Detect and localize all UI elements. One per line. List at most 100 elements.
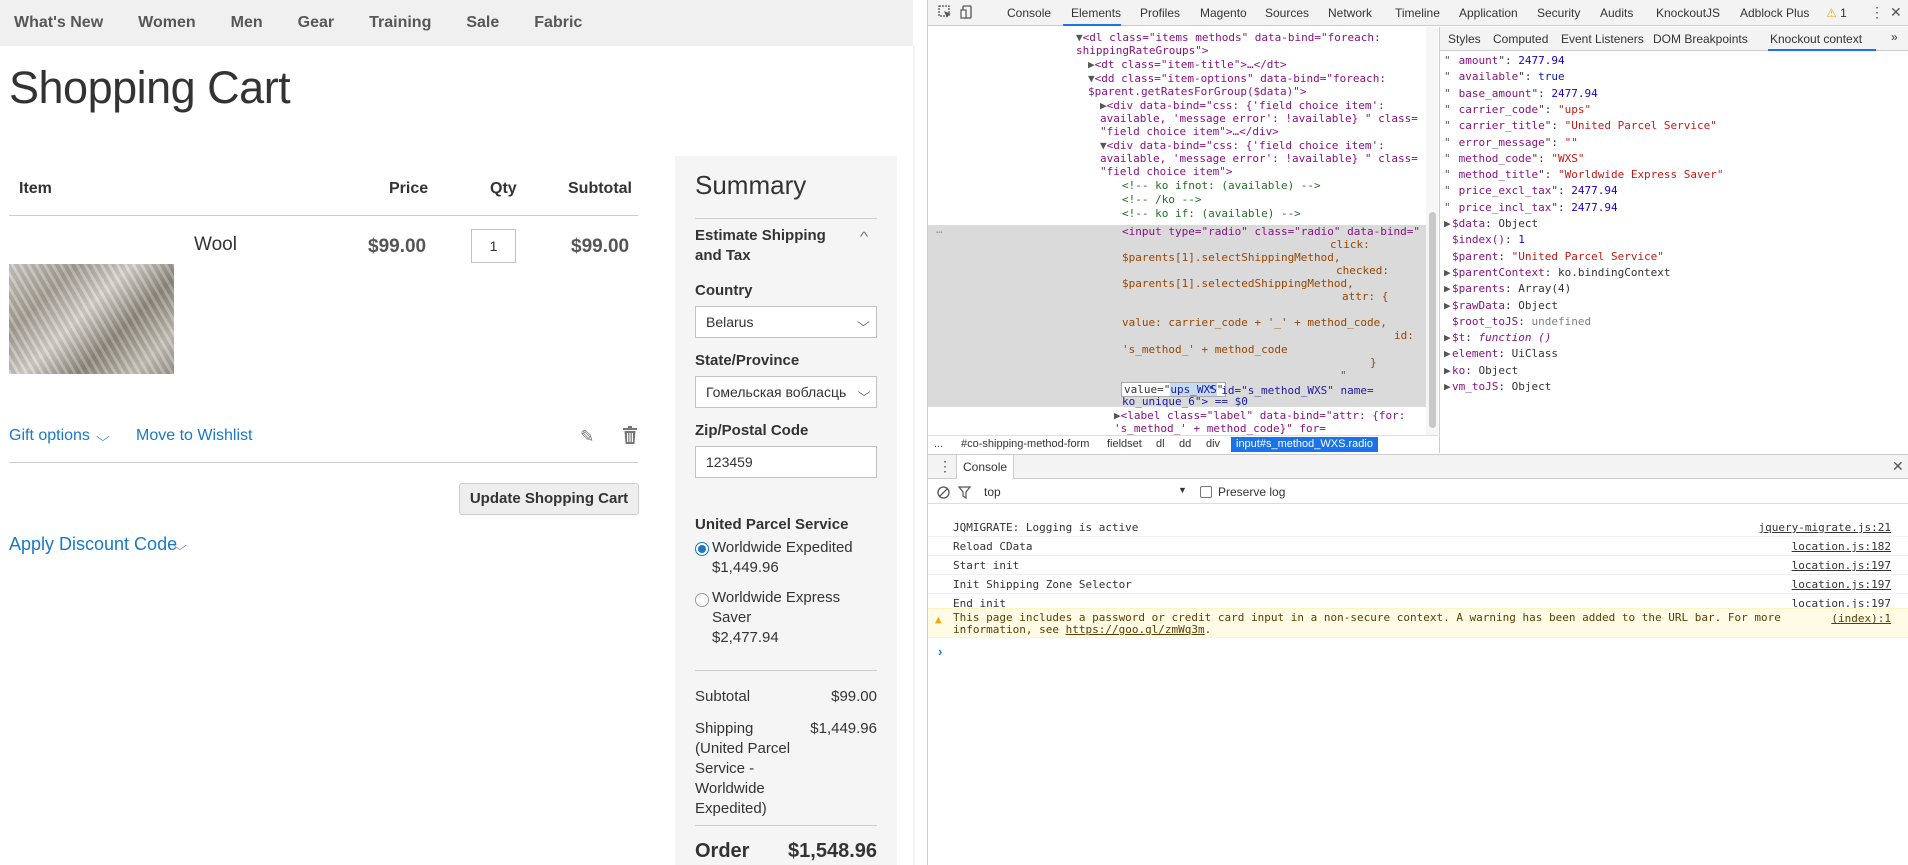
- nav-fabric[interactable]: Fabric: [534, 14, 582, 32]
- tab-dom-breakpoints[interactable]: DOM Breakpoints: [1653, 32, 1748, 46]
- update-cart-button[interactable]: Update Shopping Cart: [459, 483, 639, 515]
- product-name[interactable]: Wool: [194, 234, 237, 256]
- source-link[interactable]: jquery-migrate.js:21: [1759, 521, 1891, 534]
- breadcrumb-item-selected[interactable]: input#s_method_WXS.radio: [1231, 437, 1378, 452]
- expand-triangle-icon[interactable]: ▼: [1088, 72, 1095, 85]
- tab-knockoutjs[interactable]: KnockoutJS: [1656, 6, 1720, 20]
- code-line[interactable]: ▼<dd class="item-options" data-bind="for…: [1088, 72, 1386, 85]
- context-property[interactable]: ▶vm_toJS: Object: [1444, 379, 1551, 395]
- context-property[interactable]: ▶$rawData: Object: [1444, 298, 1558, 314]
- expand-triangle-icon[interactable]: ▶: [1444, 281, 1452, 297]
- tab-console[interactable]: Console: [1007, 6, 1051, 20]
- collapse-triangle-icon[interactable]: ▶: [1114, 409, 1121, 422]
- tab-magento[interactable]: Magento: [1200, 6, 1247, 20]
- code-comment[interactable]: <!-- ko ifnot: (available) -->: [1122, 179, 1321, 192]
- apply-discount-link[interactable]: Apply Discount Code: [9, 534, 177, 555]
- warning-count-badge[interactable]: ⚠ 1: [1826, 6, 1847, 20]
- code-line[interactable]: available, 'message error': !available} …: [1100, 152, 1418, 165]
- page-scrollbar[interactable]: [913, 46, 915, 865]
- nav-gear[interactable]: Gear: [298, 14, 334, 32]
- more-options-icon[interactable]: ⋮: [1870, 4, 1884, 21]
- context-selector[interactable]: top: [984, 485, 1001, 499]
- tab-elements[interactable]: Elements: [1071, 6, 1121, 20]
- console-prompt-icon[interactable]: ›: [938, 644, 942, 659]
- tab-audits[interactable]: Audits: [1600, 6, 1633, 20]
- clear-console-icon[interactable]: [937, 486, 950, 499]
- filter-icon[interactable]: [958, 486, 971, 499]
- zip-input[interactable]: 123459: [695, 446, 877, 478]
- source-link[interactable]: (index):1: [1831, 612, 1891, 625]
- expand-triangle-icon[interactable]: ▶: [1444, 379, 1452, 395]
- code-comment[interactable]: <!-- ko if: (available) -->: [1122, 207, 1301, 220]
- close-icon[interactable]: ✕: [1892, 458, 1904, 475]
- source-link[interactable]: location.js:197: [1792, 578, 1891, 591]
- nav-training[interactable]: Training: [369, 14, 431, 32]
- code-line[interactable]: shippingRateGroups">: [1076, 44, 1208, 57]
- context-property[interactable]: ▶element: UiClass: [1444, 346, 1558, 362]
- code-line[interactable]: 's_method_' + method_code}" for=: [1114, 422, 1326, 435]
- expand-triangle-icon[interactable]: ▶: [1444, 330, 1452, 346]
- nav-whats-new[interactable]: What's New: [14, 14, 103, 32]
- expand-triangle-icon[interactable]: ▶: [1444, 298, 1452, 314]
- tab-security[interactable]: Security: [1537, 6, 1580, 20]
- expand-triangle-icon[interactable]: ▼: [1076, 31, 1083, 44]
- code-line[interactable]: available, 'message error': !available} …: [1100, 112, 1418, 125]
- nav-women[interactable]: Women: [138, 14, 195, 32]
- code-line[interactable]: "field choice item">…</div>: [1100, 125, 1279, 138]
- context-property[interactable]: ▶ko: Object: [1444, 363, 1518, 379]
- context-property[interactable]: ▶$data: Object: [1444, 216, 1538, 232]
- context-property[interactable]: ▶$t: function (): [1444, 330, 1551, 346]
- breadcrumb-item[interactable]: dl: [1156, 438, 1165, 450]
- expand-triangle-icon[interactable]: ▶: [1444, 216, 1452, 232]
- preserve-log-checkbox[interactable]: [1200, 486, 1212, 498]
- breadcrumb-item[interactable]: fieldset: [1107, 438, 1142, 450]
- radio-worldwide-express-saver[interactable]: [695, 593, 709, 607]
- method-worldwide-express-saver[interactable]: Worldwide Express Saver $2,477.94: [712, 588, 882, 648]
- scrollbar-thumb[interactable]: [1429, 212, 1436, 428]
- trash-icon[interactable]: [622, 426, 638, 444]
- code-line[interactable]: $parent.getRatesForGroup($data)">: [1088, 85, 1307, 98]
- tab-profiles[interactable]: Profiles: [1140, 6, 1180, 20]
- dropdown-triangle-icon[interactable]: ▼: [1178, 485, 1187, 495]
- country-select[interactable]: Belarus ⌵: [695, 306, 877, 338]
- device-toolbar-icon[interactable]: [960, 5, 974, 19]
- more-tabs-chevron-icon[interactable]: »: [1891, 30, 1898, 44]
- code-line-selected[interactable]: <input type="radio" class="radio" data-b…: [1122, 225, 1420, 238]
- tab-styles[interactable]: Styles: [1448, 32, 1481, 46]
- elements-scrollbar[interactable]: [1426, 27, 1438, 435]
- code-line[interactable]: ▼<dl class="items methods" data-bind="fo…: [1076, 31, 1381, 44]
- chevron-down-icon[interactable]: ⌵: [173, 538, 187, 554]
- tab-computed[interactable]: Computed: [1493, 32, 1548, 46]
- state-select[interactable]: Гомельская вобласць ⌵: [695, 376, 877, 408]
- breadcrumb-item[interactable]: div: [1206, 438, 1220, 450]
- expand-triangle-icon[interactable]: ▼: [1100, 139, 1107, 152]
- method-worldwide-expedited[interactable]: Worldwide Expedited $1,449.96: [712, 538, 882, 578]
- tab-adblock-plus[interactable]: Adblock Plus: [1740, 6, 1809, 20]
- preserve-log-label[interactable]: Preserve log: [1218, 485, 1285, 499]
- inspect-icon[interactable]: [938, 5, 952, 19]
- code-line[interactable]: ▶<label class="label" data-bind="attr: {…: [1114, 409, 1405, 422]
- tab-timeline[interactable]: Timeline: [1395, 6, 1440, 20]
- nav-men[interactable]: Men: [231, 14, 263, 32]
- tab-knockout-context[interactable]: Knockout context: [1770, 32, 1862, 46]
- product-image[interactable]: [9, 264, 174, 374]
- expand-triangle-icon[interactable]: ▶: [1444, 346, 1452, 362]
- nav-sale[interactable]: Sale: [466, 14, 499, 32]
- chevron-up-icon[interactable]: ^: [860, 229, 869, 244]
- code-line[interactable]: ▶<div data-bind="css: {'field choice ite…: [1100, 99, 1385, 112]
- breadcrumb-item[interactable]: ...: [934, 438, 943, 450]
- source-link[interactable]: location.js:197: [1792, 559, 1891, 572]
- context-property[interactable]: ▶$parentContext: ko.bindingContext: [1444, 265, 1671, 281]
- tab-application[interactable]: Application: [1459, 6, 1518, 20]
- tab-console-drawer[interactable]: Console: [956, 455, 1015, 479]
- context-property[interactable]: ▶$parents: Array(4): [1444, 281, 1571, 297]
- tab-event-listeners[interactable]: Event Listeners: [1561, 32, 1644, 46]
- expand-triangle-icon[interactable]: ▶: [1444, 363, 1452, 379]
- collapse-triangle-icon[interactable]: ▶: [1100, 99, 1107, 112]
- radio-worldwide-expedited[interactable]: [695, 542, 709, 556]
- close-icon[interactable]: ✕: [1890, 4, 1902, 21]
- code-line[interactable]: ▶<dt class="item-title">…</dt>: [1088, 58, 1287, 71]
- code-comment[interactable]: <!-- /ko -->: [1122, 193, 1201, 206]
- tab-sources[interactable]: Sources: [1265, 6, 1309, 20]
- qty-input[interactable]: 1: [471, 229, 516, 263]
